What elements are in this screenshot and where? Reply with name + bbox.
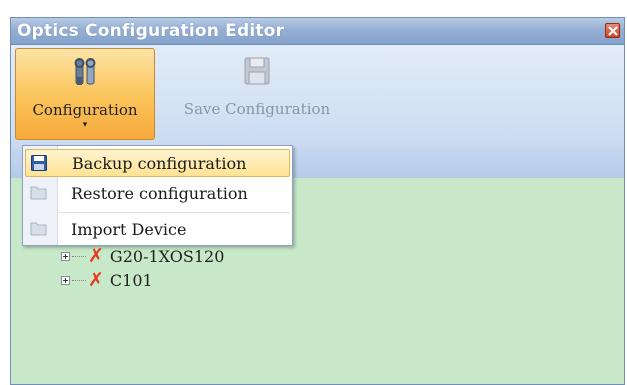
tree-connector (72, 255, 86, 257)
folder-icon (30, 222, 47, 236)
tools-icon (74, 58, 96, 85)
floppy-disk-icon (31, 155, 47, 171)
configuration-dropdown-menu: Backup configuration Restore configurati… (22, 145, 293, 246)
folder-icon (30, 186, 47, 200)
configuration-button[interactable]: Configuration ▾ (15, 48, 155, 140)
tree-item-label: C101 (109, 270, 153, 290)
menu-item-label: Backup configuration (72, 153, 247, 173)
window-title: Optics Configuration Editor (17, 21, 285, 41)
menu-item-label: Import Device (71, 219, 187, 239)
floppy-disk-icon (244, 57, 270, 85)
menu-item-backup-configuration[interactable]: Backup configuration (25, 149, 290, 177)
device-tree[interactable]: ✗ G20-1XOS120 ✗ C101 (61, 244, 224, 292)
red-x-icon: ✗ (88, 245, 104, 267)
close-icon (608, 26, 618, 36)
red-x-icon: ✗ (88, 269, 104, 291)
tree-item-label: G20-1XOS120 (109, 246, 225, 266)
menu-divider (59, 212, 290, 213)
expand-icon[interactable] (61, 251, 70, 261)
save-configuration-button[interactable]: Save Configuration (177, 48, 337, 140)
configuration-label: Configuration (32, 101, 138, 119)
ribbon-toolbar: Configuration ▾ Save Configuration (11, 45, 624, 149)
menu-item-restore-configuration[interactable]: Restore configuration (25, 179, 290, 207)
tree-connector (72, 279, 86, 281)
menu-item-label: Restore configuration (71, 183, 248, 203)
close-button[interactable] (605, 23, 620, 38)
title-bar: Optics Configuration Editor (11, 18, 624, 45)
chevron-down-icon: ▾ (82, 120, 88, 130)
tree-item[interactable]: ✗ C101 (61, 268, 224, 292)
save-configuration-label: Save Configuration (183, 100, 331, 118)
expand-icon[interactable] (61, 275, 70, 285)
tree-item[interactable]: ✗ G20-1XOS120 (61, 244, 224, 268)
menu-item-import-device[interactable]: Import Device (25, 215, 290, 243)
